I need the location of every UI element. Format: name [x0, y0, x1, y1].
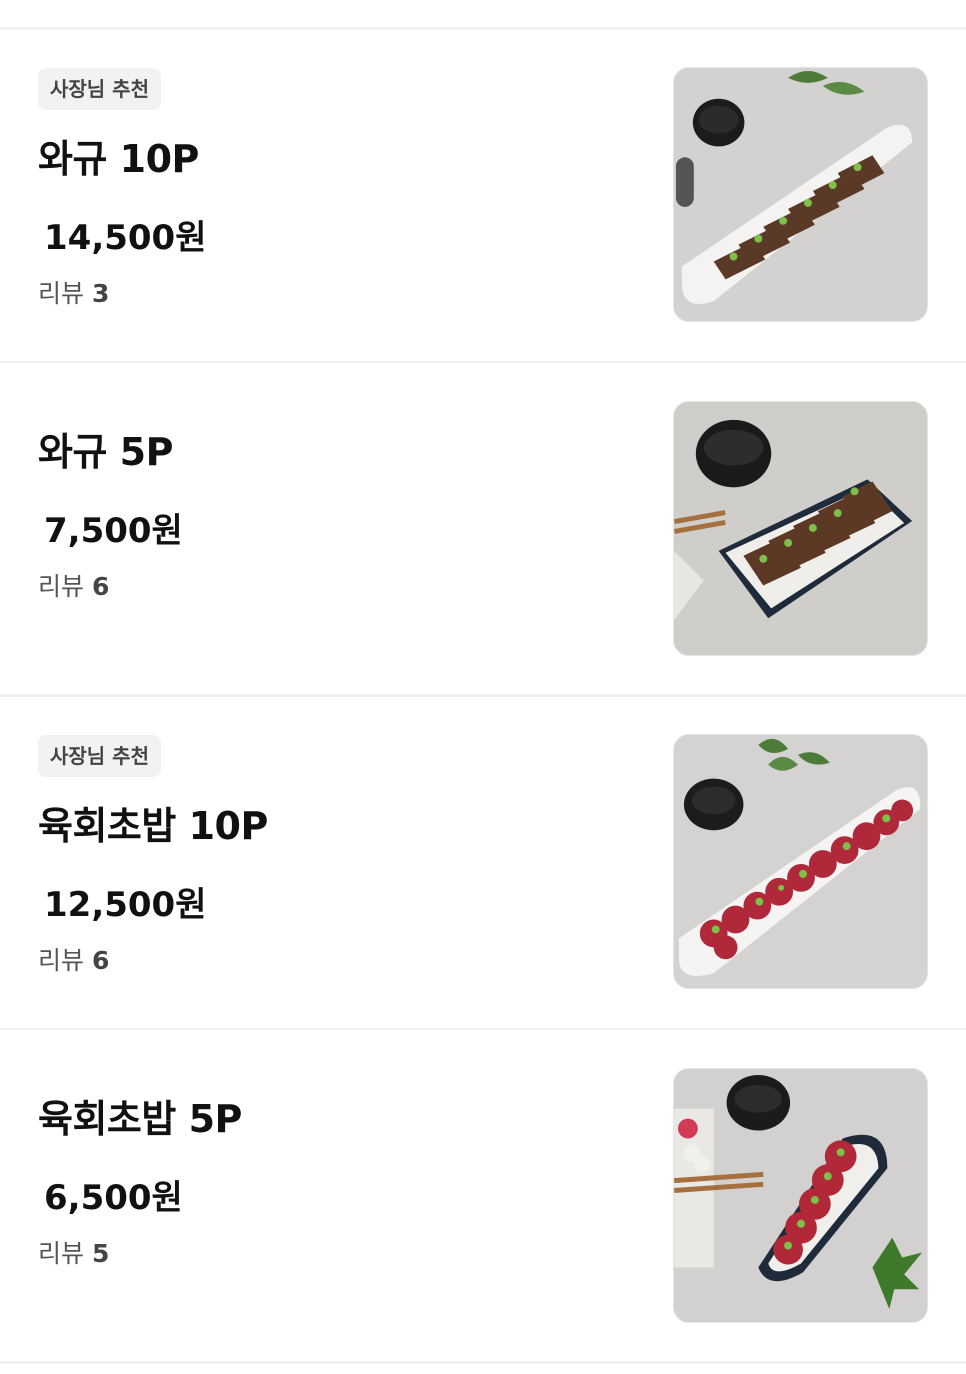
- yukhoe-sushi-10p-photo: [674, 735, 927, 988]
- menu-item-price: 6,500원: [44, 1178, 183, 1218]
- menu-item-price: 12,500원: [44, 885, 207, 925]
- menu-item-name: 육회초밥 10P: [38, 804, 268, 848]
- review-count: 6: [91, 946, 110, 975]
- menu-item-photo[interactable]: [673, 1068, 928, 1323]
- menu-item[interactable]: 사장님 추천 와규 10P 14,500원 리뷰 3: [0, 30, 966, 364]
- menu-item-review: 리뷰 3: [38, 274, 109, 310]
- review-label: 리뷰: [38, 572, 85, 601]
- review-label: 리뷰: [38, 279, 85, 308]
- menu-item[interactable]: 육회초밥 5P 6,500원 리뷰 5: [0, 1030, 966, 1364]
- menu-item-name: 육회초밥 5P: [38, 1097, 242, 1141]
- yukhoe-sushi-5p-photo: [674, 1069, 927, 1322]
- menu-item-photo[interactable]: [673, 401, 928, 656]
- menu-item-photo[interactable]: [673, 734, 928, 989]
- review-label: 리뷰: [38, 1239, 85, 1268]
- menu-item[interactable]: 와규 5P 7,500원 리뷰 6: [0, 363, 966, 697]
- wagyu-10p-photo: [674, 68, 927, 321]
- review-label: 리뷰: [38, 946, 85, 975]
- recommended-badge: 사장님 추천: [38, 735, 161, 777]
- menu-item-photo[interactable]: [673, 67, 928, 322]
- menu-item-review: 리뷰 6: [38, 941, 109, 977]
- review-count: 5: [91, 1239, 110, 1268]
- menu-item-price: 7,500원: [44, 511, 183, 551]
- menu-item-review: 리뷰 6: [38, 567, 109, 603]
- menu-item-info: 와규 5P 7,500원 리뷰 6: [38, 363, 638, 694]
- menu-item-info: 육회초밥 5P 6,500원 리뷰 5: [38, 1030, 638, 1361]
- review-count: 6: [91, 572, 110, 601]
- menu-item-price: 14,500원: [44, 218, 207, 258]
- menu-item-info: 사장님 추천 와규 10P 14,500원 리뷰 3: [38, 30, 638, 361]
- menu-item-name: 와규 5P: [38, 430, 173, 474]
- menu-item-info: 사장님 추천 육회초밥 10P 12,500원 리뷰 6: [38, 697, 638, 1028]
- menu-item[interactable]: 사장님 추천 육회초밥 10P 12,500원 리뷰 6: [0, 697, 966, 1031]
- wagyu-5p-photo: [674, 402, 927, 655]
- menu-item-name: 와규 10P: [38, 137, 199, 181]
- recommended-badge: 사장님 추천: [38, 68, 161, 110]
- review-count: 3: [91, 279, 110, 308]
- top-divider: [0, 0, 966, 30]
- menu-item-review: 리뷰 5: [38, 1234, 109, 1270]
